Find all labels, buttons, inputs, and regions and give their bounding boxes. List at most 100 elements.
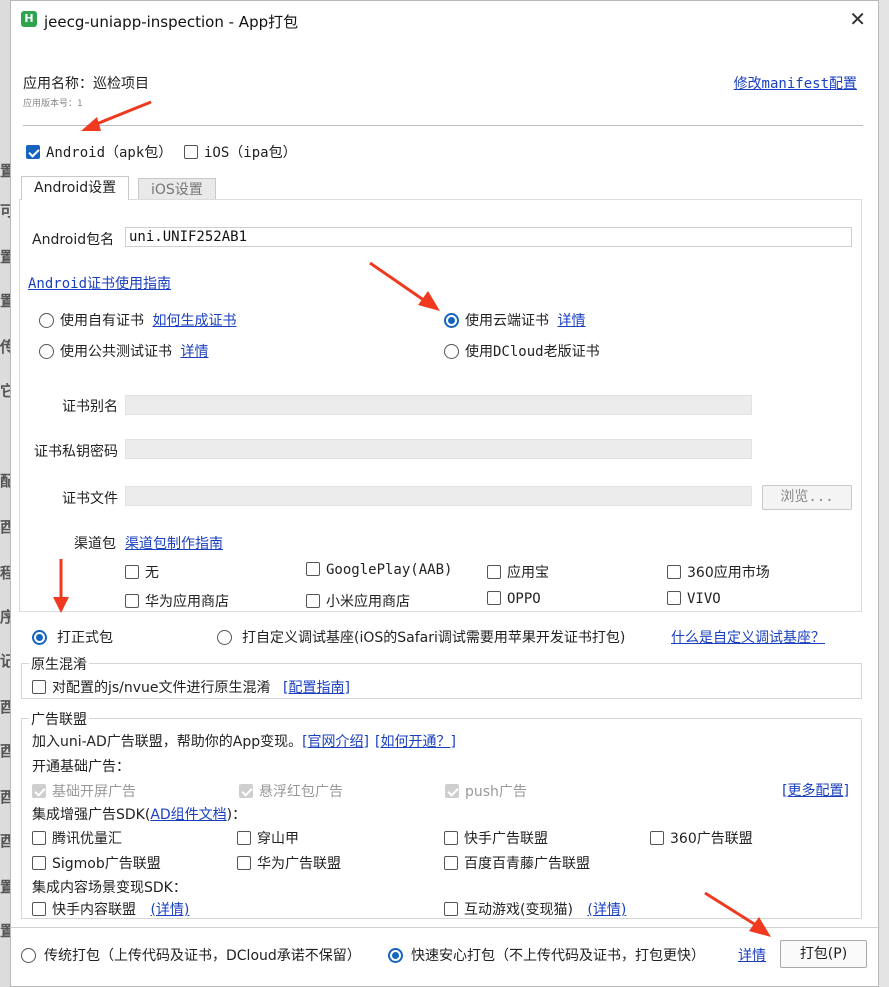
- channel-option-oppo[interactable]: OPPO: [487, 591, 541, 607]
- title-bar: H jeecg-uniapp-inspection - App打包 ✕: [11, 1, 878, 39]
- ad-label: 百度百青藤广告联盟: [464, 856, 590, 872]
- channel-checkbox[interactable]: [487, 591, 501, 605]
- ad-sdk-sigmob-option[interactable]: Sigmob广告联盟: [32, 853, 161, 873]
- ad-checkbox: [32, 784, 46, 798]
- channel-checkbox[interactable]: [487, 565, 501, 579]
- channel-option-yingyongbao[interactable]: 应用宝: [487, 562, 549, 582]
- ad-checkbox[interactable]: [444, 856, 458, 870]
- cert-own-option[interactable]: 使用自有证书 如何生成证书: [39, 310, 236, 330]
- browse-button[interactable]: 浏览...: [762, 485, 852, 510]
- traditional-build-label: 传统打包（上传代码及证书，DCloud承诺不保留）: [44, 948, 361, 964]
- ad-checkbox: [445, 784, 459, 798]
- ad-checkbox[interactable]: [650, 831, 664, 845]
- channel-label-360: 360应用市场: [687, 565, 770, 581]
- android-platform-label: Android（apk包）: [46, 145, 173, 161]
- ad-label: 悬浮红包广告: [259, 784, 343, 800]
- ad-sdk-pangle-option[interactable]: 穿山甲: [237, 828, 299, 848]
- traditional-build-radio[interactable]: [21, 948, 36, 963]
- cert-public-option[interactable]: 使用公共测试证书 详情: [39, 341, 208, 361]
- ad-content-game-option[interactable]: 互动游戏(变现猫) (详情): [444, 899, 626, 919]
- cert-alias-input[interactable]: [125, 395, 752, 415]
- ios-platform-option[interactable]: iOS（ipa包）: [184, 142, 297, 162]
- build-formal-option[interactable]: 打正式包: [32, 627, 113, 647]
- cert-cloud-radio[interactable]: [444, 313, 459, 328]
- obfuscation-guide-link[interactable]: [配置指南]: [283, 680, 350, 696]
- ad-sdk-tencent-option[interactable]: 腾讯优量汇: [32, 828, 122, 848]
- hbuilder-logo-icon: H: [21, 11, 37, 27]
- build-custom-debug-radio[interactable]: [217, 630, 232, 645]
- cert-dcloud-old-option[interactable]: 使用DCloud老版证书: [444, 341, 600, 361]
- channel-checkbox[interactable]: [125, 565, 139, 579]
- ad-checkbox[interactable]: [32, 856, 46, 870]
- ads-content-title: 集成内容场景变现SDK：: [32, 880, 187, 896]
- ad-sdk-baidu-option[interactable]: 百度百青藤广告联盟: [444, 853, 590, 873]
- channel-option-none[interactable]: 无: [125, 562, 159, 582]
- ad-checkbox[interactable]: [32, 902, 46, 916]
- footer-details-link[interactable]: 详情: [738, 945, 766, 965]
- cert-file-label: 证书文件: [62, 491, 118, 507]
- ad-label: 穿山甲: [257, 831, 299, 847]
- channel-checkbox[interactable]: [125, 594, 139, 608]
- ios-platform-label: iOS（ipa包）: [204, 145, 297, 161]
- cert-cloud-details-link[interactable]: 详情: [557, 313, 585, 329]
- fast-build-radio[interactable]: [388, 948, 403, 963]
- tab-ios-settings[interactable]: iOS设置: [138, 178, 216, 200]
- channel-checkbox[interactable]: [306, 594, 320, 608]
- cert-public-radio[interactable]: [39, 344, 54, 359]
- cert-dcloud-old-radio[interactable]: [444, 344, 459, 359]
- custom-debug-help-link[interactable]: 什么是自定义调试基座？: [671, 627, 825, 647]
- android-checkbox[interactable]: [26, 145, 40, 159]
- edit-manifest-link[interactable]: 修改manifest配置: [734, 73, 857, 93]
- build-custom-debug-option[interactable]: 打自定义调试基座(iOS的Safari调试需要用苹果开发证书打包): [217, 627, 625, 647]
- ad-content-kuaishou-option[interactable]: 快手内容联盟 (详情): [32, 899, 189, 919]
- channel-checkbox[interactable]: [306, 562, 320, 576]
- channel-checkbox[interactable]: [667, 565, 681, 579]
- cert-file-input[interactable]: [125, 486, 752, 506]
- build-formal-radio[interactable]: [32, 630, 47, 645]
- channel-checkbox[interactable]: [667, 591, 681, 605]
- channel-option-360[interactable]: 360应用市场: [667, 562, 770, 582]
- ad-checkbox[interactable]: [444, 902, 458, 916]
- android-platform-option[interactable]: Android（apk包）: [26, 142, 172, 162]
- channel-label-xiaomi: 小米应用商店: [326, 594, 410, 610]
- ad-sdk-huawei-option[interactable]: 华为广告联盟: [237, 853, 341, 873]
- build-button[interactable]: 打包(P): [780, 940, 867, 968]
- ads-official-link[interactable]: [官网介绍]: [302, 734, 369, 750]
- ad-component-doc-link[interactable]: AD组件文档: [150, 807, 226, 823]
- ads-how-link[interactable]: [如何开通？]: [375, 734, 456, 750]
- ads-more-config-link[interactable]: [更多配置]: [782, 780, 849, 800]
- how-to-generate-cert-link[interactable]: 如何生成证书: [152, 313, 236, 329]
- background-app-right: [879, 0, 889, 987]
- ios-checkbox[interactable]: [184, 145, 198, 159]
- game-content-details-link[interactable]: (详情): [587, 902, 626, 918]
- cert-cloud-option[interactable]: 使用云端证书 详情: [444, 310, 585, 330]
- android-cert-guide-link[interactable]: Android证书使用指南: [28, 273, 171, 293]
- ad-checkbox[interactable]: [237, 856, 251, 870]
- cert-dcloud-old-label: 使用DCloud老版证书: [465, 344, 600, 360]
- window-title: jeecg-uniapp-inspection - App打包: [44, 13, 299, 31]
- traditional-build-option[interactable]: 传统打包（上传代码及证书，DCloud承诺不保留）: [21, 945, 361, 965]
- ad-checkbox[interactable]: [237, 831, 251, 845]
- fast-build-option[interactable]: 快速安心打包（不上传代码及证书，打包更快）: [388, 945, 705, 965]
- channel-option-googleplay[interactable]: GooglePlay(AAB): [306, 562, 452, 578]
- kuaishou-content-details-link[interactable]: (详情): [150, 902, 189, 918]
- cert-own-label: 使用自有证书: [60, 313, 144, 329]
- package-name-input[interactable]: uni.UNIF252AB1: [125, 227, 852, 247]
- channel-option-xiaomi[interactable]: 小米应用商店: [306, 591, 410, 611]
- ads-sdk-title-suffix: )：: [226, 807, 247, 823]
- close-icon[interactable]: ✕: [849, 7, 866, 31]
- channel-option-huawei[interactable]: 华为应用商店: [125, 591, 229, 611]
- ad-sdk-360-option[interactable]: 360广告联盟: [650, 828, 753, 848]
- ad-checkbox[interactable]: [444, 831, 458, 845]
- channel-guide-link[interactable]: 渠道包制作指南: [125, 533, 223, 553]
- tab-android-settings[interactable]: Android设置: [21, 176, 130, 200]
- ad-sdk-kuaishou-option[interactable]: 快手广告联盟: [444, 828, 548, 848]
- cert-own-radio[interactable]: [39, 313, 54, 328]
- channel-option-vivo[interactable]: VIVO: [667, 591, 721, 607]
- cert-public-details-link[interactable]: 详情: [180, 344, 208, 360]
- ad-label: 基础开屏广告: [52, 784, 136, 800]
- ad-checkbox[interactable]: [32, 831, 46, 845]
- obfuscation-option[interactable]: 对配置的js/nvue文件进行原生混淆 [配置指南]: [32, 677, 350, 697]
- cert-key-password-input[interactable]: [125, 439, 752, 459]
- obfuscation-checkbox[interactable]: [32, 680, 46, 694]
